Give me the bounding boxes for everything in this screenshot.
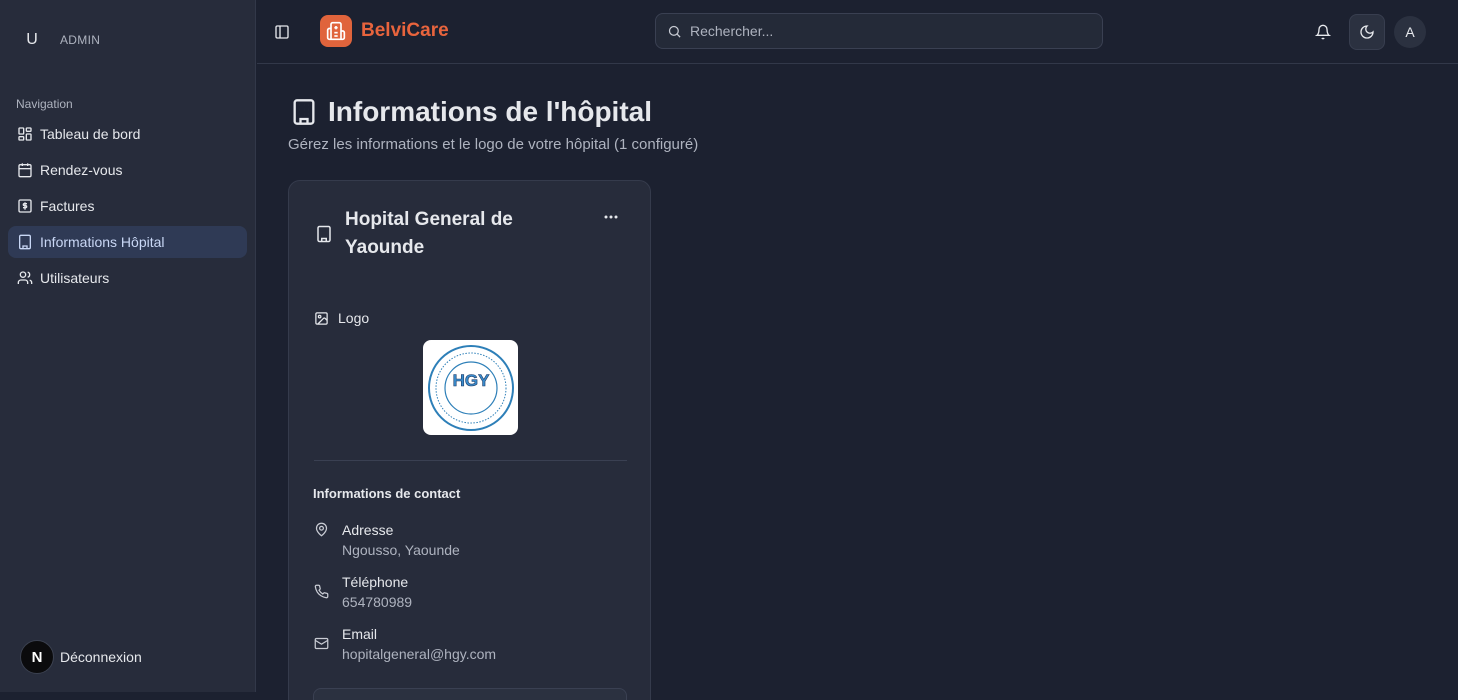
- sidebar-item-appointments[interactable]: Rendez-vous: [8, 154, 247, 186]
- hospital-card-title: Hopital General de Yaounde: [315, 206, 565, 262]
- sidebar-item-label: Rendez-vous: [40, 162, 123, 178]
- sidebar-toggle-icon[interactable]: [274, 24, 290, 40]
- divider: [314, 460, 627, 461]
- logout-badge: N: [20, 640, 54, 674]
- nav-list: Tableau de bord Rendez-vous Factures Inf…: [8, 118, 247, 298]
- hospital-name: Hopital General de Yaounde: [345, 209, 513, 258]
- hospital-logo-icon: [320, 15, 352, 47]
- dashboard-icon: [18, 127, 32, 141]
- theme-toggle-button[interactable]: [1349, 14, 1385, 50]
- email-row: Email hopitalgeneral@hgy.com: [314, 624, 496, 664]
- sidebar-item-hospital-info[interactable]: Informations Hôpital: [8, 226, 247, 258]
- page-subtitle: Gérez les informations et le logo de vot…: [288, 136, 699, 153]
- more-icon: [604, 215, 618, 219]
- phone-icon: [314, 584, 329, 599]
- sidebar-item-users[interactable]: Utilisateurs: [8, 262, 247, 294]
- page-title: Informations de l'hôpital: [290, 96, 652, 128]
- bell-icon[interactable]: [1315, 24, 1331, 40]
- nav-heading: Navigation: [16, 97, 73, 111]
- hospital-card: Hopital General de Yaounde Logo HGY Info…: [288, 180, 651, 700]
- map-pin-icon: [315, 522, 328, 537]
- phone-row: Téléphone 654780989: [314, 572, 412, 612]
- card-action-button[interactable]: [313, 688, 627, 700]
- brand-name: BelviCare: [361, 20, 449, 41]
- page-heading: Informations de l'hôpital: [328, 96, 652, 127]
- sidebar-item-label: Utilisateurs: [40, 270, 110, 286]
- users-icon: [17, 271, 33, 284]
- address-value: Ngousso, Yaounde: [342, 542, 460, 558]
- invoice-icon: [18, 199, 32, 213]
- search-icon: [668, 25, 681, 38]
- user-block: U ADMIN: [16, 24, 100, 56]
- sidebar-item-label: Factures: [40, 198, 95, 214]
- top-header: BelviCare A: [257, 0, 1458, 64]
- address-label: Adresse: [342, 522, 394, 538]
- address-row: Adresse Ngousso, Yaounde: [314, 520, 460, 560]
- logo-label: Logo: [338, 310, 370, 326]
- search-bar: [655, 13, 1103, 49]
- logo-section-label: Logo: [314, 310, 369, 326]
- logout-button[interactable]: N Déconnexion: [20, 640, 142, 674]
- hospital-logo-image: HGY: [423, 340, 518, 435]
- email-label: Email: [342, 626, 378, 642]
- moon-icon: [1360, 25, 1374, 39]
- sidebar-item-label: Informations Hôpital: [40, 234, 165, 250]
- sidebar: U ADMIN Navigation Tableau de bord Rende…: [0, 0, 256, 692]
- sidebar-item-label: Tableau de bord: [40, 126, 141, 142]
- image-icon: [315, 311, 328, 325]
- building-icon: [19, 234, 31, 250]
- phone-label: Téléphone: [342, 574, 409, 590]
- building-icon: [317, 225, 331, 243]
- phone-value: 654780989: [342, 594, 413, 610]
- user-role: ADMIN: [60, 33, 101, 47]
- hospital-seal-image: HGY: [427, 344, 514, 431]
- seal-text: HGY: [452, 371, 490, 390]
- search-input[interactable]: [690, 23, 1090, 39]
- brand[interactable]: BelviCare: [320, 15, 449, 47]
- email-value: hopitalgeneral@hgy.com: [342, 646, 497, 662]
- sidebar-item-dashboard[interactable]: Tableau de bord: [8, 118, 247, 150]
- calendar-icon: [18, 163, 32, 178]
- logout-label: Déconnexion: [60, 649, 142, 665]
- contact-heading: Informations de contact: [313, 486, 461, 501]
- mail-icon: [314, 637, 329, 650]
- sidebar-item-invoices[interactable]: Factures: [8, 190, 247, 222]
- more-options-button[interactable]: [601, 211, 621, 227]
- avatar[interactable]: A: [1394, 16, 1426, 48]
- user-initial: U: [26, 31, 38, 48]
- building-icon: [293, 99, 315, 125]
